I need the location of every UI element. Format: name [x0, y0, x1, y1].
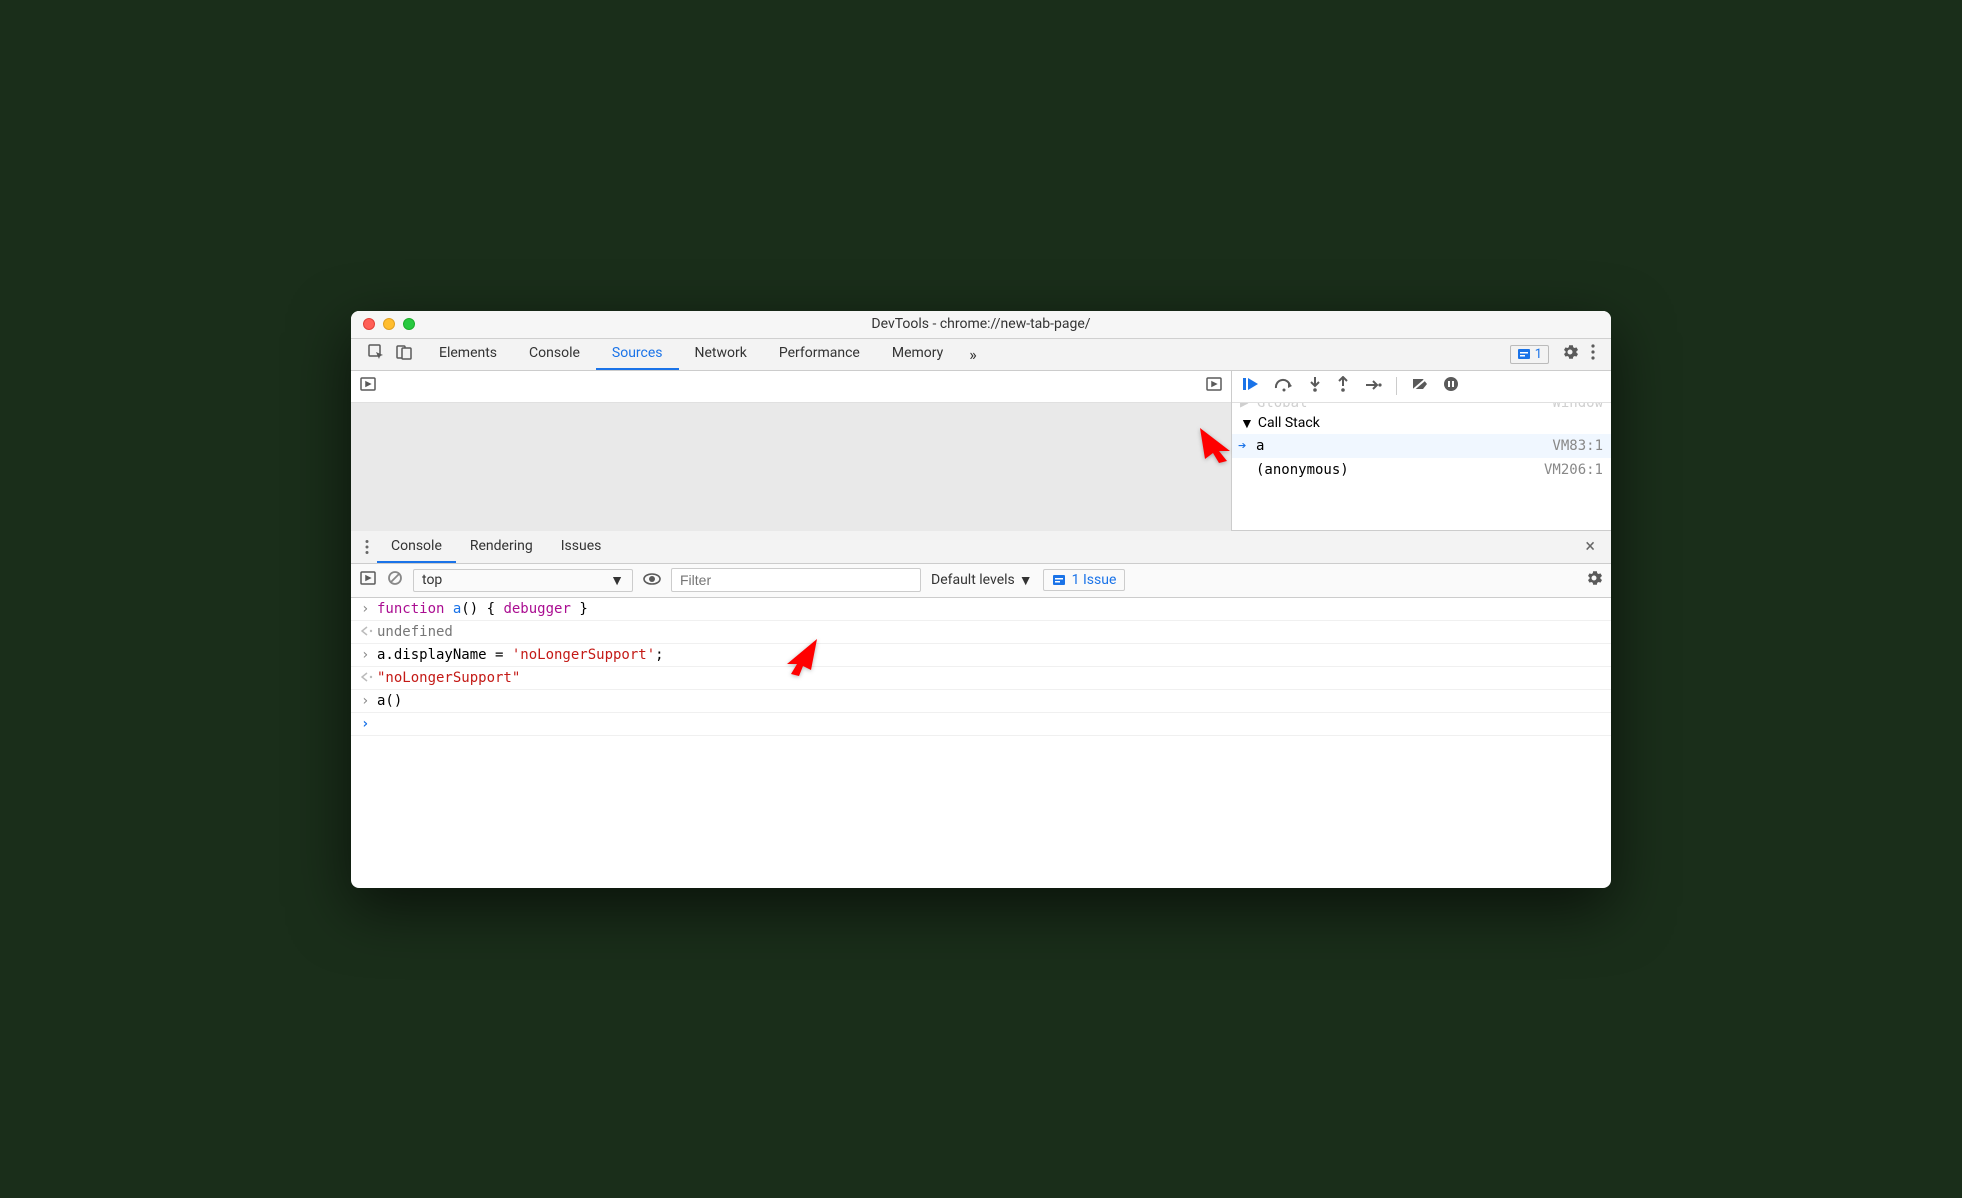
code-content: "noLongerSupport"	[377, 670, 520, 686]
toggle-sidebar-icon[interactable]	[1205, 375, 1223, 397]
prompt-icon: ›	[361, 716, 377, 732]
live-expression-icon[interactable]	[643, 571, 661, 590]
debugger-sidebar: ▶ GlobalWindow ▼ Call Stack ➔ a VM83:1 (ano…	[1231, 371, 1611, 531]
issues-button[interactable]: 1 Issue	[1043, 569, 1126, 591]
context-selector[interactable]: top ▼	[413, 569, 633, 592]
devtools-window: DevTools - chrome://new-tab-page/ Elemen…	[351, 311, 1611, 888]
kebab-menu-icon[interactable]	[1591, 343, 1595, 365]
more-tabs-button[interactable]: »	[959, 339, 987, 370]
inspect-element-icon[interactable]	[367, 343, 385, 365]
main-tabs: ElementsConsoleSourcesNetworkPerformance…	[423, 339, 959, 370]
prompt-icon	[361, 670, 377, 686]
issue-count-label: 1	[1535, 347, 1542, 362]
disclosure-triangle-icon: ▼	[1240, 415, 1254, 432]
filter-input[interactable]	[671, 568, 921, 592]
prompt-icon	[361, 624, 377, 640]
callstack-header[interactable]: ▼ Call Stack	[1232, 413, 1611, 434]
issues-badge[interactable]: 1	[1510, 345, 1549, 364]
console-line: ›function a() { debugger }	[351, 598, 1611, 621]
dropdown-triangle-icon: ▼	[1019, 572, 1033, 589]
console-settings-icon[interactable]	[1585, 569, 1603, 591]
pause-on-exceptions-icon[interactable]	[1443, 376, 1459, 396]
frame-name: (anonymous)	[1256, 462, 1349, 478]
drawer-tabbar: ConsoleRenderingIssues ×	[351, 531, 1611, 564]
code-content: a()	[377, 693, 402, 709]
callstack-item[interactable]: ➔ a VM83:1	[1232, 434, 1611, 458]
issues-button-label: 1 Issue	[1072, 572, 1117, 588]
settings-icon[interactable]	[1561, 343, 1579, 365]
step-icon[interactable]	[1364, 377, 1382, 396]
tab-network[interactable]: Network	[679, 339, 763, 370]
tab-sources[interactable]: Sources	[596, 339, 679, 370]
dropdown-triangle-icon: ▼	[610, 572, 624, 589]
toggle-console-sidebar-icon[interactable]	[359, 569, 377, 591]
close-drawer-icon[interactable]: ×	[1575, 531, 1605, 563]
drawer-tab-console[interactable]: Console	[377, 531, 456, 563]
tab-console[interactable]: Console	[513, 339, 596, 370]
current-frame-icon: ➔	[1238, 438, 1246, 454]
titlebar: DevTools - chrome://new-tab-page/	[351, 311, 1611, 339]
resume-icon[interactable]	[1242, 376, 1260, 396]
prompt-icon: ›	[361, 601, 377, 617]
drawer-tab-rendering[interactable]: Rendering	[456, 531, 547, 563]
tab-performance[interactable]: Performance	[763, 339, 876, 370]
log-levels-selector[interactable]: Default levels ▼	[931, 572, 1033, 589]
code-content: a.displayName = 'noLongerSupport';	[377, 647, 664, 663]
frame-location: VM83:1	[1552, 438, 1603, 454]
console-log: ›function a() { debugger }undefined›a.di…	[351, 598, 1611, 888]
console-toolbar: top ▼ Default levels ▼ 1 Issue	[351, 564, 1611, 598]
sources-panel: ▶ GlobalWindow ▼ Call Stack ➔ a VM83:1 (ano…	[351, 371, 1611, 531]
toggle-navigator-icon[interactable]	[359, 375, 377, 397]
frame-name: a	[1256, 438, 1264, 454]
callstack-header-label: Call Stack	[1258, 415, 1320, 431]
console-line: undefined	[351, 621, 1611, 644]
deactivate-breakpoints-icon[interactable]	[1411, 376, 1429, 396]
drawer-menu-icon[interactable]	[357, 531, 377, 563]
step-into-icon[interactable]	[1308, 376, 1322, 396]
editor-toolbar	[351, 371, 1231, 403]
console-line[interactable]: ›	[351, 713, 1611, 736]
scope-row-truncated: ▶ GlobalWindow	[1232, 403, 1611, 413]
context-label: top	[422, 572, 442, 588]
main-tabbar: ElementsConsoleSourcesNetworkPerformance…	[351, 339, 1611, 371]
empty-editor-area	[351, 403, 1231, 531]
sources-editor	[351, 371, 1231, 531]
drawer-tab-issues[interactable]: Issues	[547, 531, 616, 563]
code-content: undefined	[377, 624, 453, 640]
window-title: DevTools - chrome://new-tab-page/	[351, 316, 1611, 332]
inspect-controls	[357, 339, 423, 370]
frame-location: VM206:1	[1544, 462, 1603, 478]
console-line: "noLongerSupport"	[351, 667, 1611, 690]
tab-elements[interactable]: Elements	[423, 339, 513, 370]
console-line: ›a()	[351, 690, 1611, 713]
tab-memory[interactable]: Memory	[876, 339, 959, 370]
prompt-icon: ›	[361, 693, 377, 709]
step-out-icon[interactable]	[1336, 376, 1350, 396]
callstack-list: ➔ a VM83:1 (anonymous) VM206:1	[1232, 434, 1611, 482]
prompt-icon: ›	[361, 647, 377, 663]
callstack-item[interactable]: (anonymous) VM206:1	[1232, 458, 1611, 482]
drawer-tabs: ConsoleRenderingIssues	[377, 531, 615, 563]
console-line: ›a.displayName = 'noLongerSupport';	[351, 644, 1611, 667]
right-controls: 1	[1500, 339, 1605, 370]
clear-console-icon[interactable]	[387, 570, 403, 590]
code-content: function a() { debugger }	[377, 601, 588, 617]
debugger-toolbar	[1232, 371, 1611, 403]
device-toggle-icon[interactable]	[395, 343, 413, 365]
step-over-icon[interactable]	[1274, 377, 1294, 396]
levels-label: Default levels	[931, 572, 1015, 588]
